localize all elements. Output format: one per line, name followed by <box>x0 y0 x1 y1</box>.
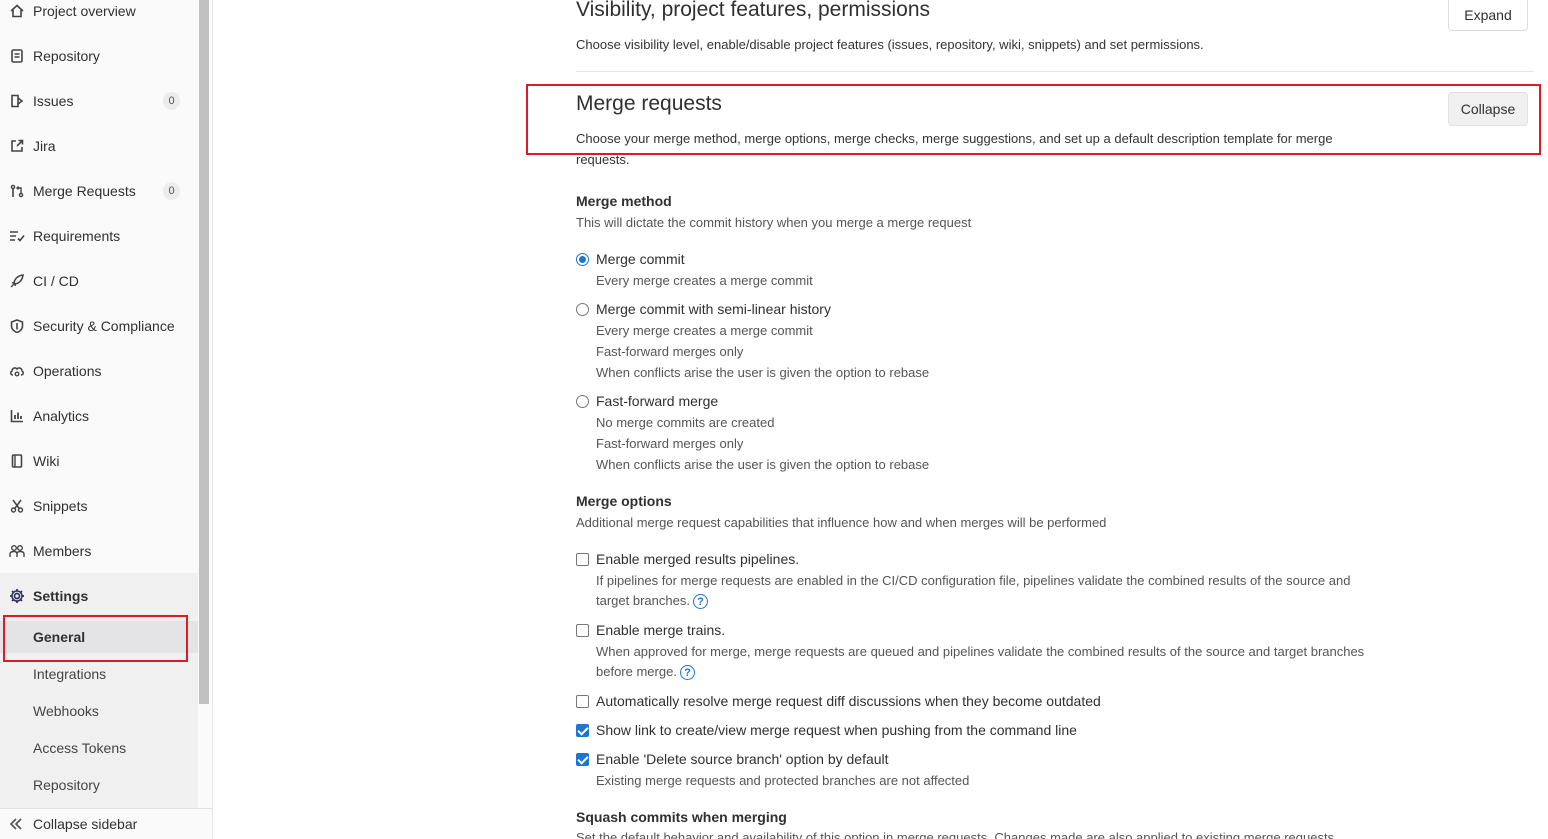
sidebar-item-label: Settings <box>33 588 89 604</box>
auto-resolve-discussions-label[interactable]: Automatically resolve merge request diff… <box>596 693 1101 709</box>
sidebar-item-issues[interactable]: Issues 0 <box>0 83 198 119</box>
section-divider <box>576 71 1534 72</box>
question-icon[interactable]: ? <box>679 665 695 681</box>
scrollbar-thumb[interactable] <box>199 0 209 704</box>
sidebar-item-label: Members <box>33 543 92 559</box>
external-link-icon <box>9 138 25 154</box>
merge-commit-label[interactable]: Merge commit <box>596 251 685 267</box>
sidebar-item-analytics[interactable]: Analytics <box>0 398 198 434</box>
merge-method-help: This will dictate the commit history whe… <box>576 215 972 230</box>
merge-options-title: Merge options <box>576 493 672 509</box>
sidebar-item-ci-cd[interactable]: CI / CD <box>0 263 198 299</box>
highlight-box <box>526 84 1541 155</box>
visibility-section-description: Choose visibility level, enable/disable … <box>576 37 1204 52</box>
sidebar-item-members[interactable]: Members <box>0 533 198 569</box>
merged-results-pipelines-help-text: target branches. <box>596 593 690 608</box>
home-icon <box>9 3 25 19</box>
delete-source-branch-help: Existing merge requests and protected br… <box>596 773 970 788</box>
merge-trains-help-1: When approved for merge, merge requests … <box>596 644 1365 659</box>
cloud-gear-icon <box>9 363 25 379</box>
document-icon <box>9 48 25 64</box>
expand-button[interactable]: Expand <box>1448 0 1528 31</box>
sidebar-item-security-compliance[interactable]: Security & Compliance <box>0 308 198 344</box>
fast-forward-label[interactable]: Fast-forward merge <box>596 393 718 409</box>
sidebar-item-label: Requirements <box>33 228 121 244</box>
sidebar-item-label: Issues <box>33 93 74 109</box>
sidebar-item-settings[interactable]: Settings <box>0 578 198 614</box>
sidebar-item-label: Merge Requests <box>33 183 136 199</box>
issues-count-badge: 0 <box>163 92 180 110</box>
sidebar-item-label: Wiki <box>33 453 60 469</box>
show-link-checkbox[interactable] <box>576 724 589 737</box>
sidebar-item-merge-requests[interactable]: Merge Requests 0 <box>0 173 198 209</box>
merged-results-pipelines-label[interactable]: Enable merged results pipelines. <box>596 551 799 567</box>
sidebar-item-label: Security & Compliance <box>33 318 175 334</box>
sidebar-item-label: Jira <box>33 138 56 154</box>
sidebar-item-label: Operations <box>33 363 102 379</box>
collapse-sidebar-button[interactable]: Collapse sidebar <box>0 808 212 839</box>
visibility-section-title: Visibility, project features, permission… <box>576 0 931 21</box>
requirements-icon <box>9 228 25 244</box>
shield-icon <box>9 318 25 334</box>
collapse-sidebar-label: Collapse sidebar <box>33 816 138 832</box>
sidebar-subitem-repository[interactable]: Repository <box>0 769 198 801</box>
merge-trains-help-text: before merge. <box>596 664 677 679</box>
merge-trains-label[interactable]: Enable merge trains. <box>596 622 725 638</box>
main-content: Visibility, project features, permission… <box>213 0 1548 839</box>
merge-method-title: Merge method <box>576 193 672 209</box>
sidebar-subitem-integrations[interactable]: Integrations <box>0 658 198 690</box>
merge-commit-help: Every merge creates a merge commit <box>596 273 813 288</box>
gear-icon <box>9 588 25 604</box>
sidebar-item-operations[interactable]: Operations <box>0 353 198 389</box>
delete-source-branch-label[interactable]: Enable 'Delete source branch' option by … <box>596 751 889 767</box>
question-icon[interactable]: ? <box>692 594 708 610</box>
sidebar-item-label: Project overview <box>33 3 136 19</box>
book-icon <box>9 453 25 469</box>
users-icon <box>9 543 25 559</box>
sidebar-item-snippets[interactable]: Snippets <box>0 488 198 524</box>
semi-linear-help-1: Every merge creates a merge commit <box>596 323 813 338</box>
semi-linear-help-3: When conflicts arise the user is given t… <box>596 365 930 380</box>
scissors-icon <box>9 498 25 514</box>
squash-title: Squash commits when merging <box>576 809 787 825</box>
merged-results-pipelines-help-2: target branches.? <box>596 593 708 610</box>
merge-trains-checkbox[interactable] <box>576 624 589 637</box>
sidebar-item-label: CI / CD <box>33 273 79 289</box>
sidebar-subitem-access-tokens[interactable]: Access Tokens <box>0 732 198 764</box>
chart-icon <box>9 408 25 424</box>
merge-commit-radio[interactable] <box>576 253 589 266</box>
merge-options-help: Additional merge request capabilities th… <box>576 515 1107 530</box>
merge-trains-help-2: before merge.? <box>596 664 695 681</box>
fast-forward-radio[interactable] <box>576 395 589 408</box>
fast-forward-help-1: No merge commits are created <box>596 415 775 430</box>
fast-forward-help-3: When conflicts arise the user is given t… <box>596 457 930 472</box>
issues-icon <box>9 93 25 109</box>
highlight-box <box>3 615 188 662</box>
merged-results-pipelines-checkbox[interactable] <box>576 553 589 566</box>
sidebar-item-project-overview[interactable]: Project overview <box>0 0 198 29</box>
sidebar-item-requirements[interactable]: Requirements <box>0 218 198 254</box>
show-link-label[interactable]: Show link to create/view merge request w… <box>596 722 1077 738</box>
sidebar-scrollbar[interactable] <box>198 0 212 839</box>
merge-requests-count-badge: 0 <box>163 182 180 200</box>
sidebar-item-label: Snippets <box>33 498 88 514</box>
squash-help: Set the default behavior and availabilit… <box>576 830 1338 839</box>
sidebar-item-jira[interactable]: Jira <box>0 128 198 164</box>
rocket-icon <box>9 273 25 289</box>
auto-resolve-discussions-checkbox[interactable] <box>576 695 589 708</box>
sidebar: Project overview Repository Issues 0 Jir… <box>0 0 213 839</box>
double-chevron-left-icon <box>9 817 25 831</box>
fast-forward-help-2: Fast-forward merges only <box>596 436 744 451</box>
sidebar-item-label: Analytics <box>33 408 90 424</box>
merge-request-icon <box>9 183 25 199</box>
merged-results-pipelines-help-1: If pipelines for merge requests are enab… <box>596 573 1351 588</box>
sidebar-item-wiki[interactable]: Wiki <box>0 443 198 479</box>
sidebar-item-repository[interactable]: Repository <box>0 38 198 74</box>
semi-linear-label[interactable]: Merge commit with semi-linear history <box>596 301 831 317</box>
sidebar-subitem-webhooks[interactable]: Webhooks <box>0 695 198 727</box>
semi-linear-help-2: Fast-forward merges only <box>596 344 744 359</box>
sidebar-item-label: Repository <box>33 48 100 64</box>
semi-linear-radio[interactable] <box>576 303 589 316</box>
delete-source-branch-checkbox[interactable] <box>576 753 589 766</box>
